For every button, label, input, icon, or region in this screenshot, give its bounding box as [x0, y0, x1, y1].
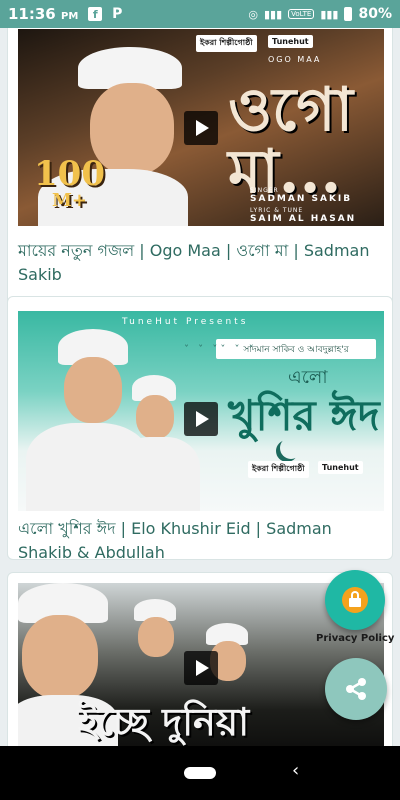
play-button[interactable]: [184, 402, 218, 436]
hotspot-icon: ◎: [248, 7, 258, 21]
p-icon: P: [112, 6, 123, 22]
privacy-policy-button[interactable]: [325, 570, 385, 630]
share-button[interactable]: [325, 658, 387, 720]
tunehut-logo: Tunehut: [318, 461, 363, 474]
facebook-icon: f: [88, 7, 103, 21]
face-shape: [22, 615, 98, 699]
video-title[interactable]: এলো খুশির ঈদ | Elo Khushir Eid | Sadman …: [18, 517, 384, 565]
presents-text: TuneHut Presents: [122, 317, 249, 327]
video-thumbnail[interactable]: TuneHut Presents সাদমান সাকিব ও আবদুল্লা…: [18, 311, 384, 511]
iqra-logo: ইকরা শিল্পীগোষ্ঠী: [248, 461, 309, 478]
views-badge: 100 M+: [34, 154, 105, 211]
video-thumbnail[interactable]: 100 M+ ইকরা শিল্পীগোষ্ঠী Tunehut OGO MAA …: [18, 29, 384, 226]
status-time: 11:36 PM: [8, 5, 79, 23]
thumb-title: খুশির ঈদ: [228, 391, 380, 440]
face-shape: [138, 617, 174, 657]
singer-credit: SINGER SADMAN SAKIB: [250, 187, 353, 204]
signal-icon: ▮▮▮: [263, 7, 283, 21]
play-button[interactable]: [184, 110, 218, 145]
lyric-credit: LYRIC & TUNE SAIM AL HASAN: [250, 207, 357, 224]
battery-icon: [344, 7, 353, 21]
back-icon[interactable]: ‹: [292, 761, 299, 781]
birds-decoration: ˇ ˇ ˇˇ ˇ ˇ: [184, 345, 257, 356]
video-card[interactable]: 100 M+ ইকরা শিল্পীগোষ্ঠী Tunehut OGO MAA …: [7, 28, 393, 315]
play-button[interactable]: [184, 651, 218, 685]
tunehut-logo: Tunehut: [268, 35, 313, 48]
status-bar: 11:36 PM f P ◎ ▮▮▮ VoLTE ▮▮▮ 80%: [0, 0, 400, 28]
privacy-policy-label[interactable]: Privacy Policy: [316, 633, 394, 644]
share-icon: [346, 678, 366, 700]
volte-badge: VoLTE: [288, 9, 315, 19]
signal-2-icon: ▮▮▮: [320, 7, 339, 21]
face-shape: [136, 395, 174, 439]
navigation-bar: ‹: [0, 746, 400, 800]
robe-shape: [116, 437, 200, 511]
moon-icon: [280, 437, 302, 459]
home-button[interactable]: [184, 767, 216, 779]
thumb-title: ইচ্ছে দুনিয়া: [78, 699, 250, 744]
lock-icon: [342, 587, 368, 613]
battery-level: 80%: [358, 6, 392, 22]
video-card[interactable]: TuneHut Presents সাদমান সাকিব ও আবদুল্লা…: [7, 296, 393, 562]
status-right: ◎ ▮▮▮ VoLTE ▮▮▮ 80%: [248, 6, 392, 22]
thumb-title: ওগো মা...: [228, 75, 353, 207]
face-shape: [64, 357, 122, 423]
video-title[interactable]: মায়ের নতুন গজল | Ogo Maa | ওগো মা | Sad…: [18, 239, 384, 287]
iqra-logo: ইকরা শিল্পীগোষ্ঠী: [196, 35, 257, 52]
thumb-title-en: OGO MAA: [268, 55, 322, 64]
notification-icons: f P: [88, 6, 124, 22]
